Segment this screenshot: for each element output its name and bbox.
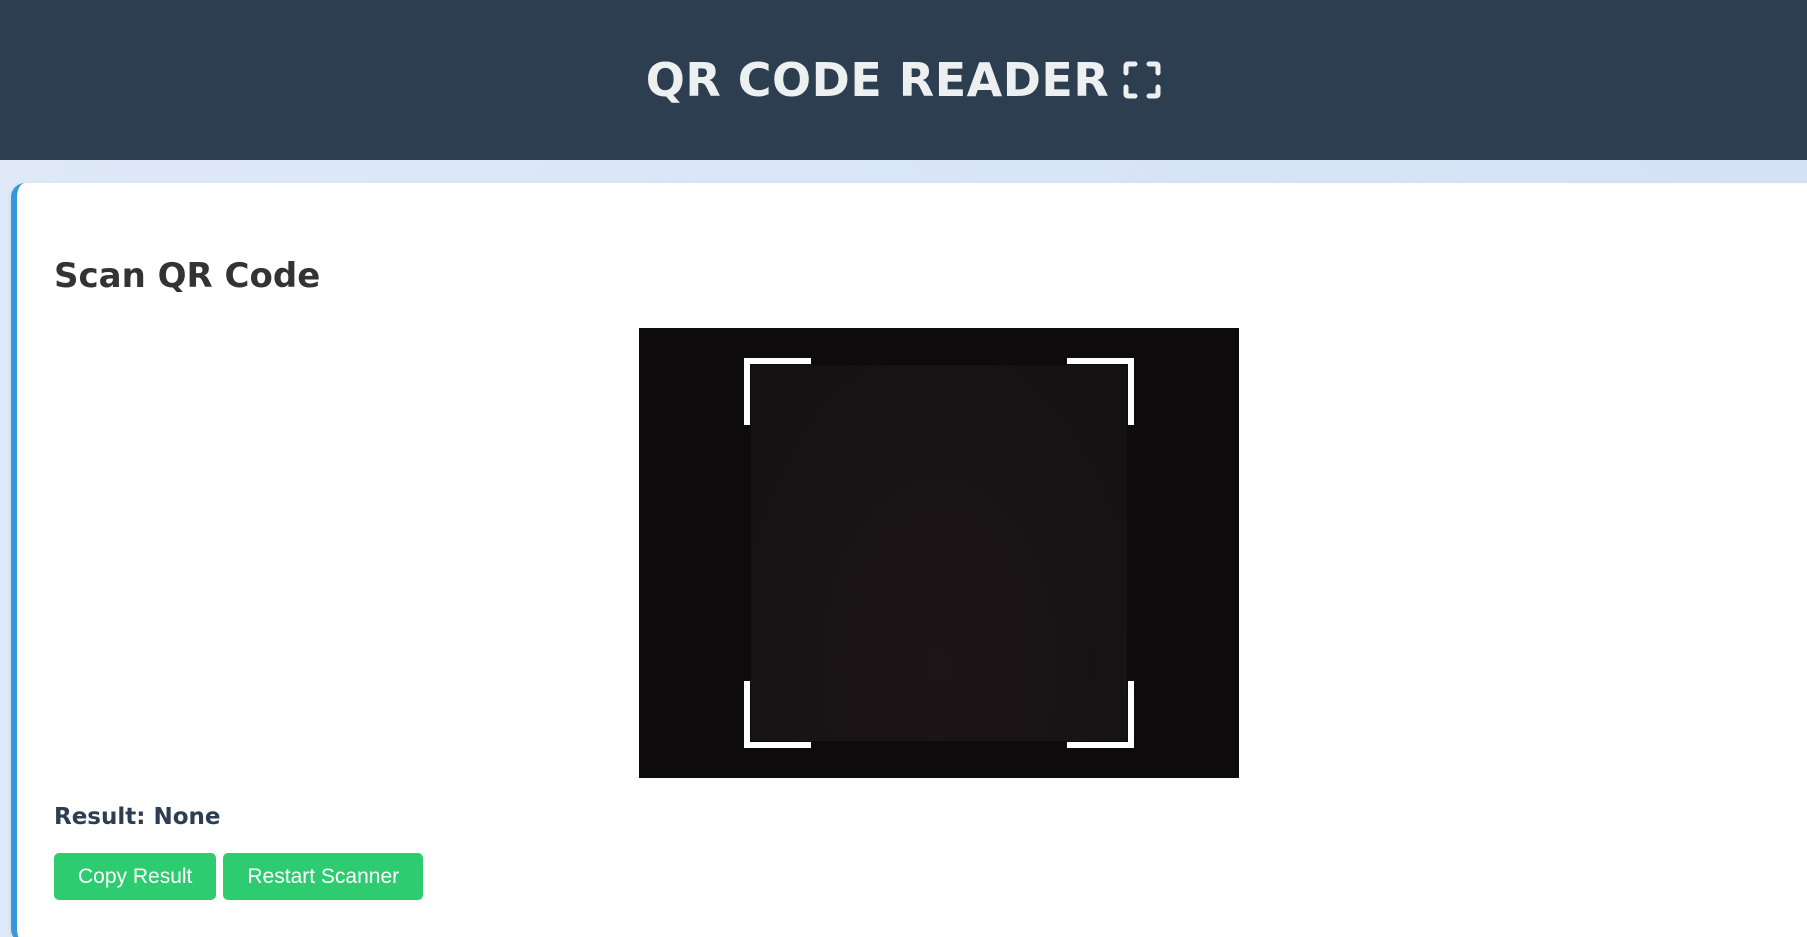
scan-frame-icon — [1123, 61, 1161, 99]
scanner-heading: Scan QR Code — [54, 256, 321, 296]
app-title: QR CODE READER — [646, 53, 1162, 107]
copy-result-button[interactable]: Copy Result — [54, 853, 217, 900]
app-header: QR CODE READER — [0, 0, 1807, 160]
scan-corner-top-right — [1067, 358, 1134, 425]
scanner-card: Scan QR Code Result: None Copy Result Re… — [11, 183, 1807, 937]
camera-preview — [639, 328, 1239, 778]
scan-corner-top-left — [744, 358, 811, 425]
scan-corner-bottom-right — [1067, 681, 1134, 748]
action-buttons: Copy Result Restart Scanner — [54, 853, 424, 900]
result-value: None — [153, 804, 221, 830]
app-title-text: QR CODE READER — [645, 53, 1110, 107]
restart-scanner-button[interactable]: Restart Scanner — [223, 853, 424, 900]
result-label: Result: — [54, 804, 146, 830]
result-line: Result: None — [54, 804, 221, 830]
scan-corner-bottom-left — [744, 681, 811, 748]
